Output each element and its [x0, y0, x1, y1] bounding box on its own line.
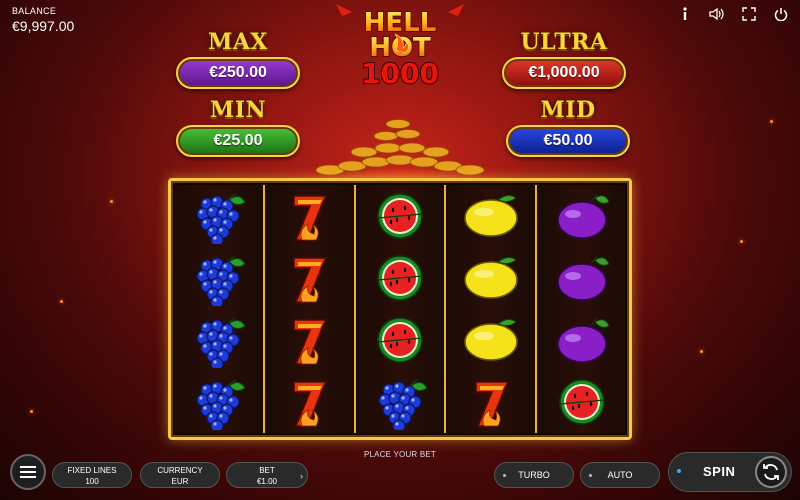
turbo-button[interactable]: TURBO: [494, 462, 574, 488]
seven-symbol-icon: [293, 381, 328, 427]
watermelon-symbol-icon: [377, 317, 423, 363]
watermelon-symbol-icon: [558, 379, 605, 425]
lemon-symbol-icon: [463, 318, 518, 361]
auto-label: AUTO: [607, 470, 633, 480]
reel-4: [444, 185, 536, 433]
jackpot-mid-amount: €50.00: [506, 125, 630, 157]
info-icon[interactable]: [676, 5, 694, 23]
hamburger-icon: [20, 466, 36, 478]
plum-symbol-icon: [556, 255, 610, 301]
currency-label: CURRENCY: [157, 466, 203, 475]
power-icon[interactable]: [772, 5, 790, 23]
bet-label: BET: [259, 466, 275, 475]
spin-indicator-dot: [677, 469, 681, 473]
logo-line3: 1000: [361, 57, 439, 86]
menu-button[interactable]: [10, 454, 46, 490]
seven-symbol-icon: [474, 381, 510, 427]
jackpot-mid: MID €50.00: [506, 98, 630, 157]
game-logo: HELL HOT 1000: [336, 4, 464, 86]
ember: [110, 200, 113, 203]
auto-button[interactable]: AUTO: [580, 462, 660, 488]
currency-display[interactable]: CURRENCY EUR: [140, 462, 220, 488]
ember: [740, 240, 743, 243]
jackpot-max-amount: €250.00: [176, 57, 300, 89]
grapes-symbol-icon: [196, 317, 247, 368]
balance-label: BALANCE: [12, 6, 57, 16]
ember: [60, 300, 63, 303]
turbo-indicator-dot: [503, 474, 506, 477]
reel-1: [174, 185, 263, 433]
auto-indicator-dot: [589, 474, 592, 477]
lemon-symbol-icon: [463, 194, 518, 237]
plum-symbol-icon: [556, 193, 610, 239]
seven-symbol-icon: [293, 195, 328, 241]
bet-value: €1.00: [256, 477, 278, 486]
spin-label: SPIN: [703, 464, 736, 479]
spin-button[interactable]: SPIN: [668, 452, 792, 492]
turbo-label: TURBO: [518, 470, 550, 480]
jackpot-ultra: ULTRA €1,000.00: [502, 30, 626, 89]
reel-grid: [168, 178, 632, 440]
balance-value: €9,997.00: [12, 18, 75, 34]
fixed-lines-label: FIXED LINES: [67, 466, 117, 475]
top-toolbar: [676, 5, 790, 23]
grapes-symbol-icon: [196, 255, 247, 306]
watermelon-symbol-icon: [377, 193, 423, 239]
lemon-symbol-icon: [463, 256, 518, 299]
currency-value: EUR: [171, 477, 189, 486]
ember: [700, 350, 703, 353]
refresh-icon: [763, 464, 779, 480]
grapes-symbol-icon: [378, 379, 428, 430]
bet-selector[interactable]: BET €1.00 ›: [226, 462, 308, 488]
seven-symbol-icon: [293, 319, 328, 365]
reel-5: [535, 185, 626, 433]
balance-display: BALANCE €9,997.00: [12, 6, 74, 34]
fullscreen-icon[interactable]: [740, 5, 758, 23]
grapes-symbol-icon: [196, 193, 247, 244]
reel-3: [353, 185, 445, 433]
fixed-lines-value: 100: [85, 477, 99, 486]
jackpot-min-amount: €25.00: [176, 125, 300, 157]
coin-pile-image: [290, 119, 510, 184]
watermelon-symbol-icon: [377, 255, 423, 301]
jackpot-mid-name: MID: [540, 97, 596, 123]
ember: [770, 120, 773, 123]
jackpot-min-name: MIN: [209, 97, 267, 123]
sound-icon[interactable]: [708, 5, 726, 23]
jackpot-max-name: MAX: [208, 29, 268, 55]
jackpot-ultra-amount: €1,000.00: [502, 57, 626, 89]
ember: [30, 410, 33, 413]
plum-symbol-icon: [556, 317, 610, 363]
grapes-symbol-icon: [196, 379, 247, 430]
reel-2: [262, 185, 354, 433]
fixed-lines-display: FIXED LINES 100: [52, 462, 132, 488]
jackpot-min: MIN €25.00: [176, 98, 300, 157]
seven-symbol-icon: [293, 257, 328, 303]
spin-circle[interactable]: [755, 456, 787, 488]
jackpot-max: MAX €250.00: [176, 30, 300, 89]
jackpot-ultra-name: ULTRA: [520, 29, 608, 55]
chevron-right-icon: ›: [300, 471, 303, 481]
